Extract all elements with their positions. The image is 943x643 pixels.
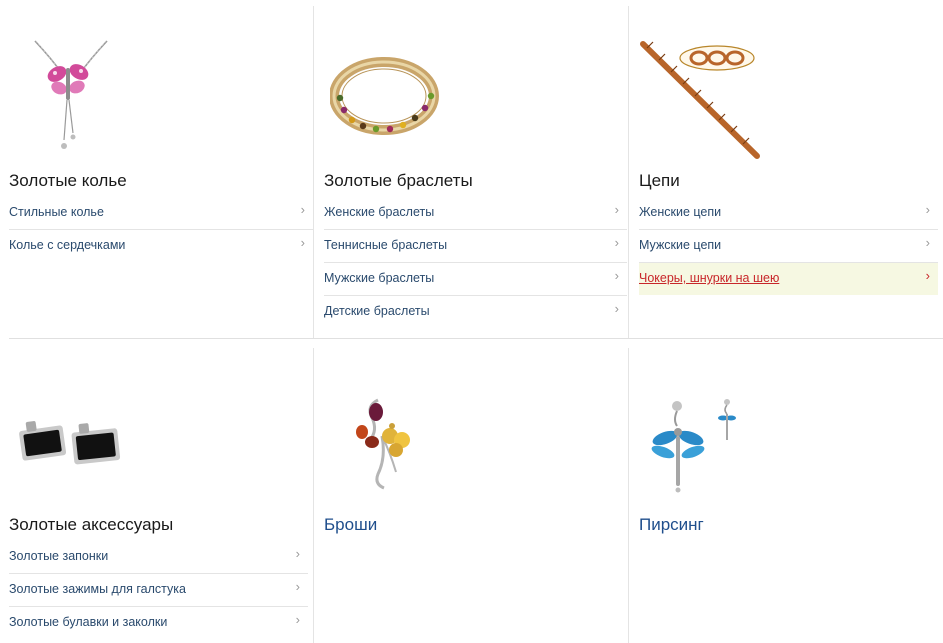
chevron-right-icon: ›: [925, 268, 930, 283]
chevron-right-icon: ›: [614, 268, 619, 283]
column-divider: [628, 6, 629, 338]
row-divider: [9, 338, 943, 339]
column-divider: [313, 6, 314, 338]
chain-icon[interactable]: [639, 38, 763, 169]
chevron-right-icon: ›: [614, 202, 619, 217]
list-item[interactable]: Мужские цепи ›: [639, 230, 938, 263]
gem-bracelet-icon[interactable]: [329, 54, 440, 143]
category-card-bracelets: Золотые браслеты Женские браслеты › Тенни…: [324, 0, 627, 338]
list-item[interactable]: Детские браслеты ›: [324, 296, 627, 328]
category-links-accessories: Золотые запонки › Золотые зажимы для галс…: [9, 541, 308, 639]
chevron-right-icon: ›: [295, 612, 300, 627]
chevron-right-icon: ›: [614, 235, 619, 250]
category-card-chains: Цепи Женские цепи › Мужские цепи › Чокеры,…: [639, 0, 938, 338]
chevron-right-icon: ›: [295, 546, 300, 561]
list-item[interactable]: Теннисные браслеты ›: [324, 230, 627, 263]
category-title-chains[interactable]: Цепи: [639, 171, 680, 191]
chevron-right-icon: ›: [300, 202, 305, 217]
category-title-brooches[interactable]: Броши: [324, 515, 377, 535]
list-item[interactable]: Стильные колье ›: [9, 197, 313, 230]
brooch-icon[interactable]: [352, 396, 416, 497]
chevron-right-icon: ›: [295, 579, 300, 594]
column-divider: [628, 348, 629, 643]
category-links-bracelets: Женские браслеты › Теннисные браслеты › Му…: [324, 197, 627, 328]
chevron-right-icon: ›: [614, 301, 619, 316]
list-item-highlighted[interactable]: Чокеры, шнурки на шею ›: [639, 263, 938, 295]
butterfly-necklace-icon[interactable]: [9, 38, 119, 161]
category-card-necklaces: Золотые колье Стильные колье › Колье с се…: [9, 0, 313, 338]
category-title-bracelets[interactable]: Золотые браслеты: [324, 171, 473, 191]
category-card-piercing: Пирсинг: [639, 344, 938, 643]
list-item[interactable]: Золотые запонки ›: [9, 541, 308, 574]
chevron-right-icon: ›: [925, 235, 930, 250]
dragonfly-piercing-icon[interactable]: [643, 396, 739, 505]
chevron-right-icon: ›: [300, 235, 305, 250]
list-item[interactable]: Золотые зажимы для галстука ›: [9, 574, 308, 607]
category-title-accessories[interactable]: Золотые аксессуары: [9, 515, 173, 535]
category-links-chains: Женские цепи › Мужские цепи › Чокеры, шнур…: [639, 197, 938, 295]
category-title-necklaces[interactable]: Золотые колье: [9, 171, 127, 191]
list-item[interactable]: Колье с сердечками ›: [9, 230, 313, 262]
category-grid: Золотые колье Стильные колье › Колье с се…: [0, 0, 943, 643]
category-card-brooches: Броши: [324, 344, 627, 643]
chevron-right-icon: ›: [925, 202, 930, 217]
list-item[interactable]: Мужские браслеты ›: [324, 263, 627, 296]
category-links-necklaces: Стильные колье › Колье с сердечками ›: [9, 197, 313, 262]
category-card-accessories: Золотые аксессуары Золотые запонки › Золо…: [9, 344, 313, 643]
list-item[interactable]: Золотые булавки и заколки ›: [9, 607, 308, 639]
cufflinks-icon[interactable]: [15, 414, 127, 481]
column-divider: [313, 348, 314, 643]
list-item[interactable]: Женские цепи ›: [639, 197, 938, 230]
list-item[interactable]: Женские браслеты ›: [324, 197, 627, 230]
category-title-piercing[interactable]: Пирсинг: [639, 515, 704, 535]
